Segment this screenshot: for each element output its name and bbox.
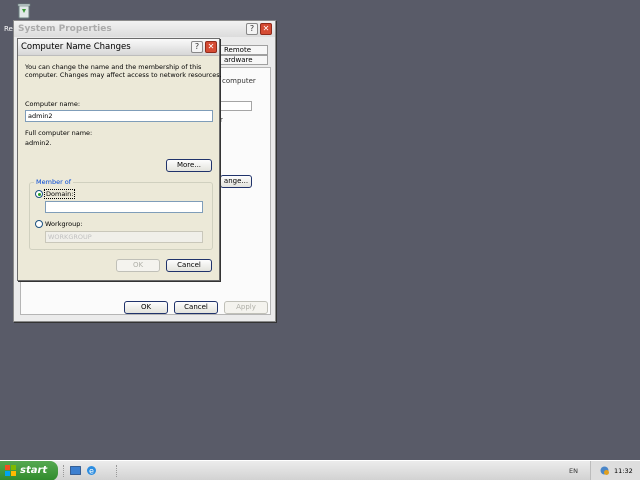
close-button[interactable]: ✕ [205,41,217,53]
computer-name-input[interactable]: admin2 [25,110,213,122]
text-fragment: r [220,116,223,124]
recycle-bin-icon[interactable] [14,2,34,20]
dialog-ok-button[interactable]: OK [116,259,160,272]
sysprops-apply-button[interactable]: Apply [224,301,268,314]
dialog-titlebar[interactable]: Computer Name Changes ? ✕ [18,39,219,56]
show-desktop-icon[interactable] [70,465,81,476]
computer-name-label: Computer name: [25,100,81,108]
start-label: start [20,465,48,476]
full-computer-name-value: admin2. [25,139,52,147]
close-button[interactable]: ✕ [260,23,272,35]
dialog-cancel-button[interactable]: Cancel [166,259,212,272]
member-of-label: Member of [34,178,74,186]
change-button[interactable]: ange... [220,175,252,188]
full-computer-name-label: Full computer name: [25,129,93,137]
description-line-1: You can change the name and the membersh… [25,63,202,71]
system-properties-titlebar[interactable]: System Properties ? ✕ [14,21,275,37]
network-icon[interactable] [599,465,610,476]
tab-remote[interactable]: Remote [220,45,268,55]
workgroup-radio[interactable] [35,220,43,228]
sysprops-ok-button[interactable]: OK [124,301,168,314]
taskbar-separator [116,465,118,477]
tab-hardware[interactable]: ardware [220,55,268,65]
windows-logo-icon [5,465,16,476]
computer-name-changes-dialog: Computer Name Changes ? ✕ You can change… [17,38,222,281]
taskbar-separator [63,465,65,477]
start-button[interactable]: start [0,461,58,480]
domain-label: Domain: [43,189,76,199]
dialog-title: Computer Name Changes [21,42,131,52]
description-line-2: computer. Changes may affect access to n… [25,71,222,79]
sysprops-cancel-button[interactable]: Cancel [174,301,218,314]
system-properties-title: System Properties [18,24,112,34]
help-button[interactable]: ? [191,41,203,53]
language-indicator[interactable]: EN [569,467,578,475]
workgroup-label: Workgroup: [45,220,83,228]
internet-explorer-icon[interactable]: e [86,465,97,476]
clock[interactable]: 11:32 [614,467,633,475]
taskbar: start e EN 11:32 [0,460,640,480]
description-field[interactable] [220,101,252,111]
svg-text:e: e [89,467,94,476]
help-button[interactable]: ? [246,23,258,35]
more-button[interactable]: More... [166,159,212,172]
computer-text-fragment: computer [222,77,256,85]
workgroup-input[interactable]: WORKGROUP [45,231,203,243]
domain-radio[interactable] [35,190,43,198]
recycle-bin-label: Re [4,25,13,33]
domain-input[interactable] [45,201,203,213]
